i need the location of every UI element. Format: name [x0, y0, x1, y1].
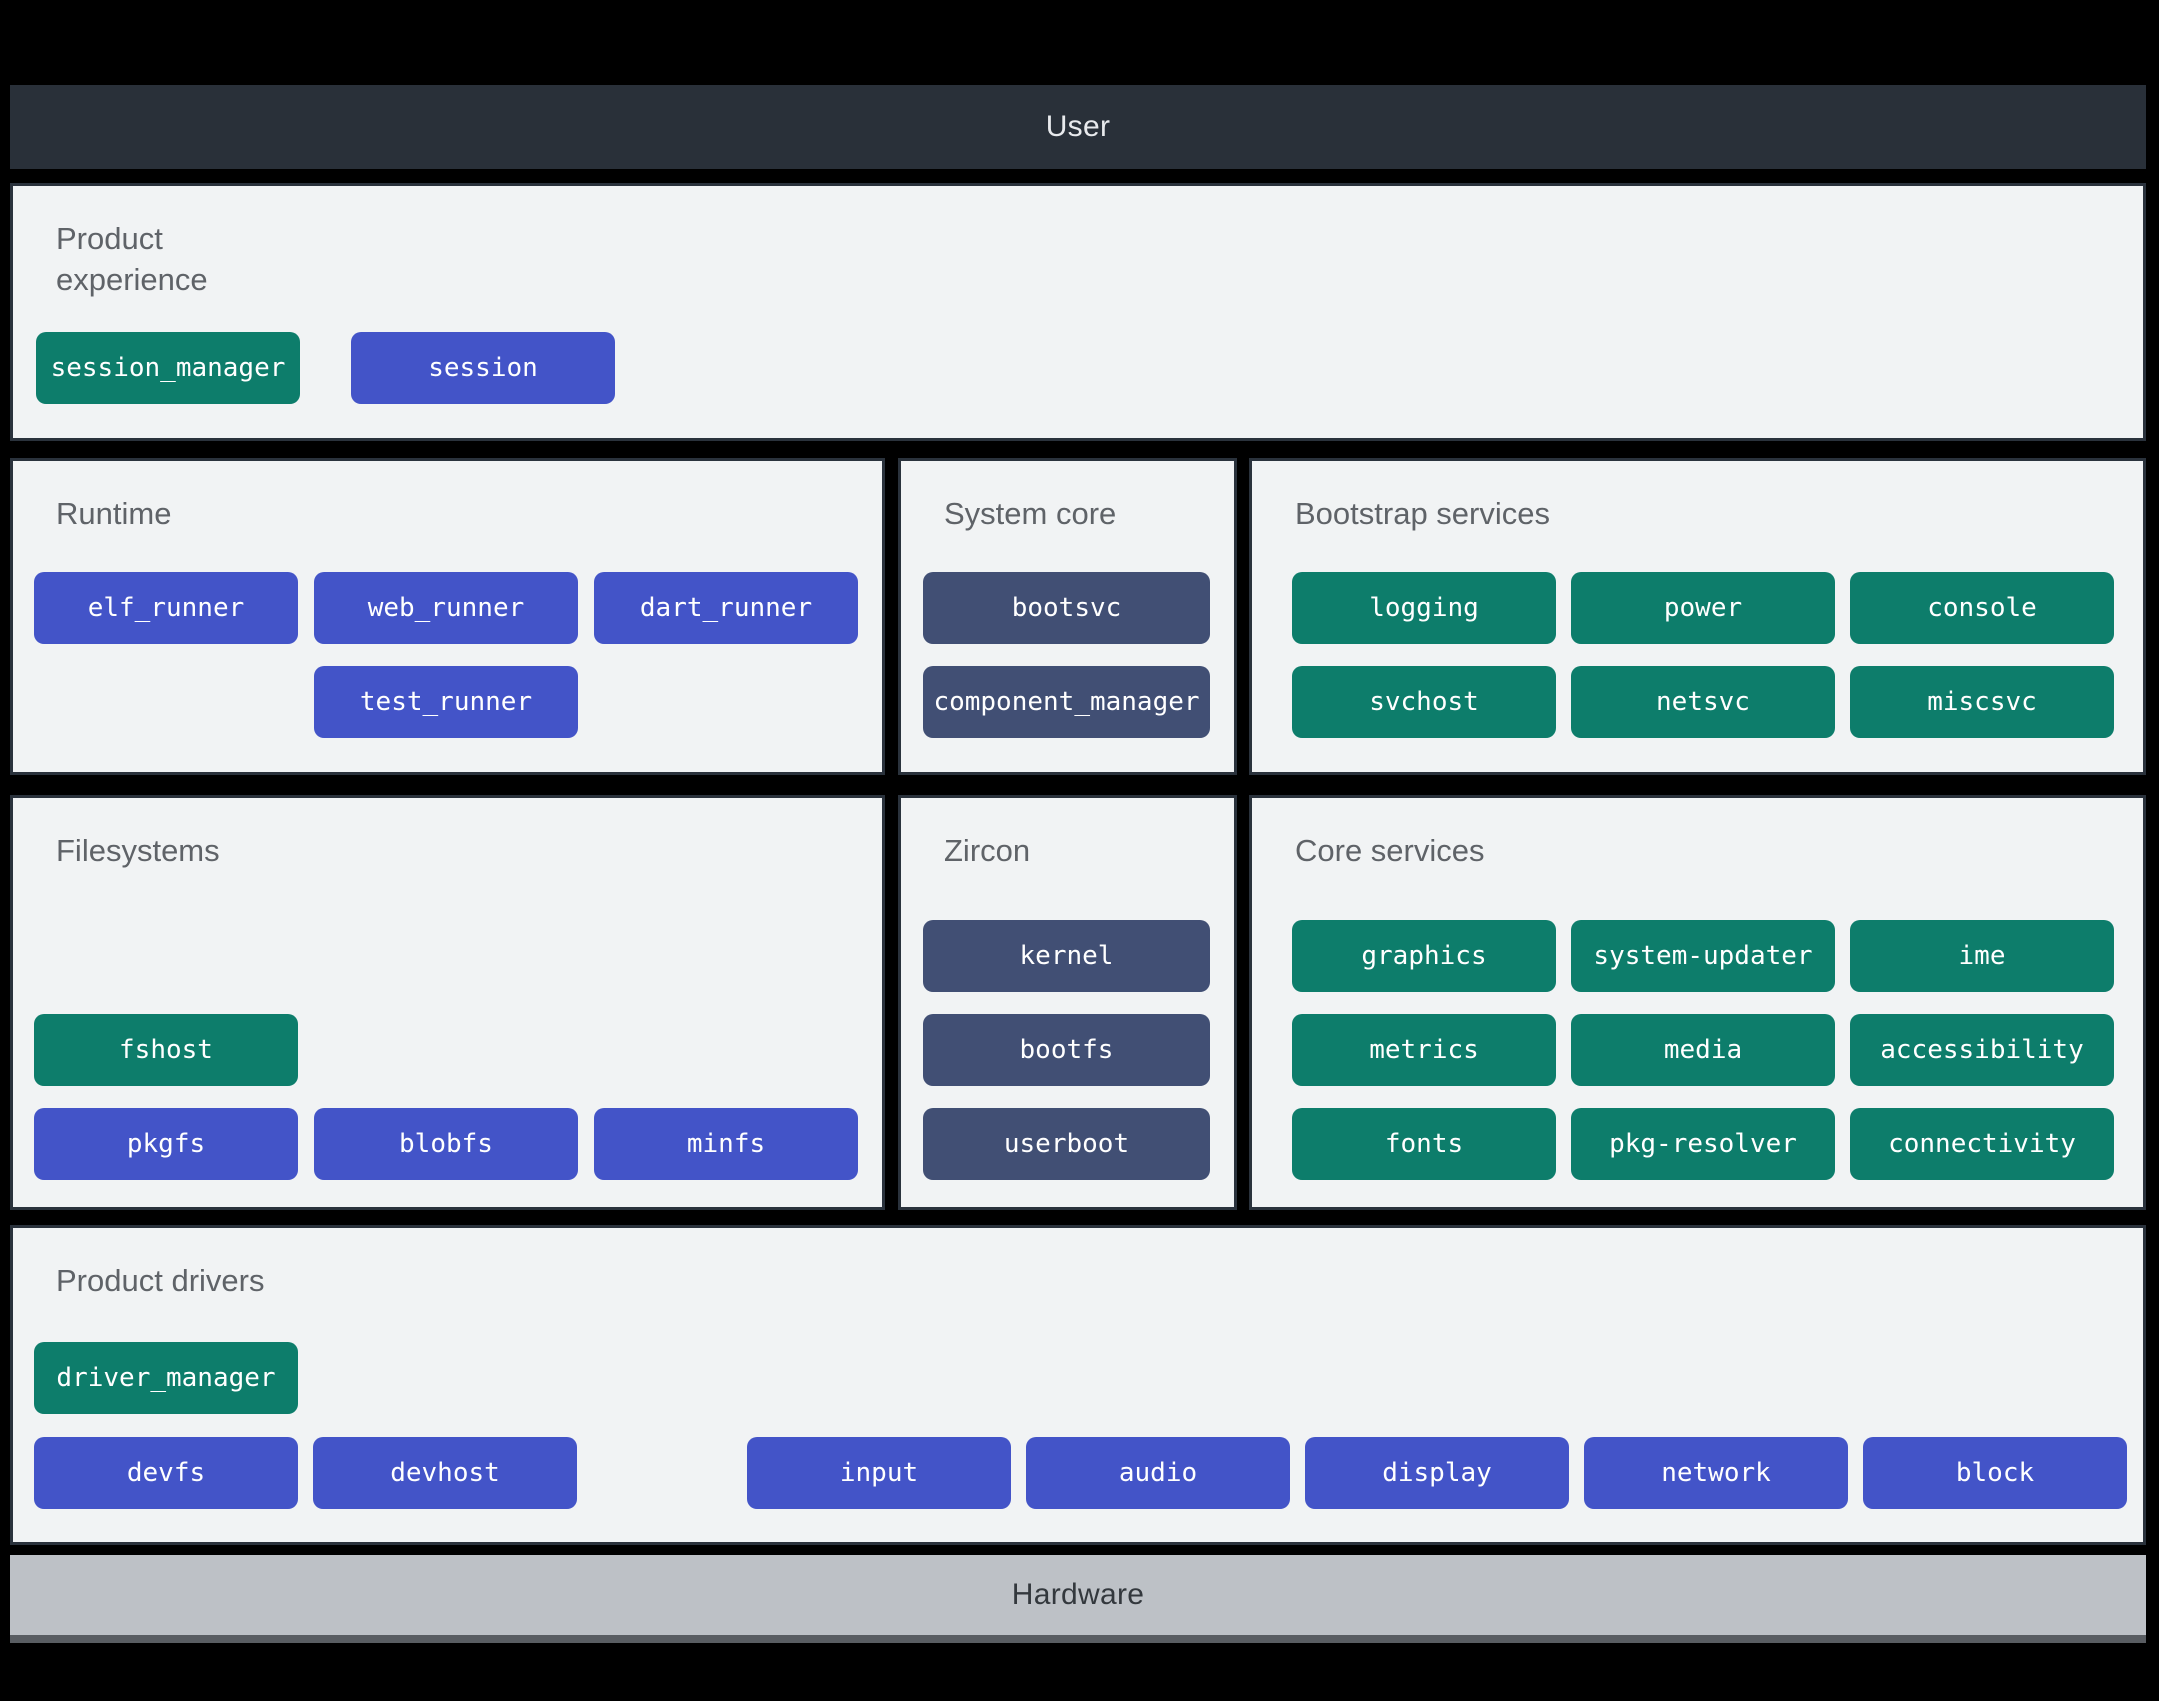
section-product-experience: Product experience session_manager sessi…	[10, 183, 2146, 441]
node-display: display	[1305, 1437, 1569, 1509]
node-svchost: svchost	[1292, 666, 1556, 738]
runtime-row-1: elf_runner web_runner dart_runner	[34, 572, 858, 644]
node-audio: audio	[1026, 1437, 1290, 1509]
node-media: media	[1571, 1014, 1835, 1086]
section-zircon: Zircon kernel bootfs userboot	[898, 795, 1237, 1210]
section-title-runtime: Runtime	[56, 496, 172, 531]
node-block: block	[1863, 1437, 2127, 1509]
node-test-runner: test_runner	[314, 666, 578, 738]
core-services-grid: graphics system-updater ime metrics medi…	[1292, 920, 2114, 1180]
node-graphics: graphics	[1292, 920, 1556, 992]
user-layer-bar: User	[10, 85, 2146, 169]
node-fonts: fonts	[1292, 1108, 1556, 1180]
node-bootsvc: bootsvc	[923, 572, 1210, 644]
node-bootfs: bootfs	[923, 1014, 1210, 1086]
section-title-core-services: Core services	[1295, 833, 1485, 868]
hardware-layer-bar: Hardware	[10, 1555, 2146, 1643]
node-input: input	[747, 1437, 1011, 1509]
node-ime: ime	[1850, 920, 2114, 992]
node-elf-runner: elf_runner	[34, 572, 298, 644]
node-console: console	[1850, 572, 2114, 644]
section-title-product-drivers: Product drivers	[56, 1263, 265, 1298]
node-userboot: userboot	[923, 1108, 1210, 1180]
drivers-row-spacer	[592, 1437, 732, 1509]
user-layer-label: User	[1045, 110, 1111, 143]
section-title-bootstrap-services: Bootstrap services	[1295, 496, 1550, 531]
product-drivers-row: devfs devhost input audio display networ…	[34, 1437, 2127, 1509]
node-accessibility: accessibility	[1850, 1014, 2114, 1086]
node-fshost: fshost	[34, 1014, 298, 1086]
node-dart-runner: dart_runner	[594, 572, 858, 644]
node-web-runner: web_runner	[314, 572, 578, 644]
node-devfs: devfs	[34, 1437, 298, 1509]
node-kernel: kernel	[923, 920, 1210, 992]
section-title-zircon: Zircon	[944, 833, 1031, 868]
section-product-drivers: Product drivers driver_manager devfs dev…	[10, 1225, 2146, 1545]
section-runtime: Runtime elf_runner web_runner dart_runne…	[10, 458, 885, 775]
bootstrap-services-grid: logging power console svchost netsvc mis…	[1292, 572, 2114, 738]
node-devhost: devhost	[313, 1437, 577, 1509]
node-logging: logging	[1292, 572, 1556, 644]
node-connectivity: connectivity	[1850, 1108, 2114, 1180]
node-component-manager: component_manager	[923, 666, 1210, 738]
filesystems-row: pkgfs blobfs minfs	[34, 1108, 858, 1180]
node-power: power	[1571, 572, 1835, 644]
section-title-product-experience: Product experience	[56, 221, 208, 297]
node-blobfs: blobfs	[314, 1108, 578, 1180]
section-core-services: Core services graphics system-updater im…	[1249, 795, 2146, 1210]
node-pkgfs: pkgfs	[34, 1108, 298, 1180]
section-system-core: System core bootsvc component_manager	[898, 458, 1237, 775]
node-driver-manager: driver_manager	[34, 1342, 298, 1414]
section-filesystems: Filesystems fshost pkgfs blobfs minfs	[10, 795, 885, 1210]
node-netsvc: netsvc	[1571, 666, 1835, 738]
hardware-layer-label: Hardware	[1011, 1578, 1145, 1611]
section-title-filesystems: Filesystems	[56, 833, 220, 868]
section-bootstrap-services: Bootstrap services logging power console…	[1249, 458, 2146, 775]
node-metrics: metrics	[1292, 1014, 1556, 1086]
node-network: network	[1584, 1437, 1848, 1509]
product-experience-row: session_manager session	[36, 332, 615, 404]
node-session: session	[351, 332, 615, 404]
node-session-manager: session_manager	[36, 332, 300, 404]
node-system-updater: system-updater	[1571, 920, 1835, 992]
node-miscsvc: miscsvc	[1850, 666, 2114, 738]
fuchsia-architecture-diagram: User Product experience session_manager …	[0, 0, 2159, 1701]
node-pkg-resolver: pkg-resolver	[1571, 1108, 1835, 1180]
node-minfs: minfs	[594, 1108, 858, 1180]
section-title-system-core: System core	[944, 496, 1117, 531]
